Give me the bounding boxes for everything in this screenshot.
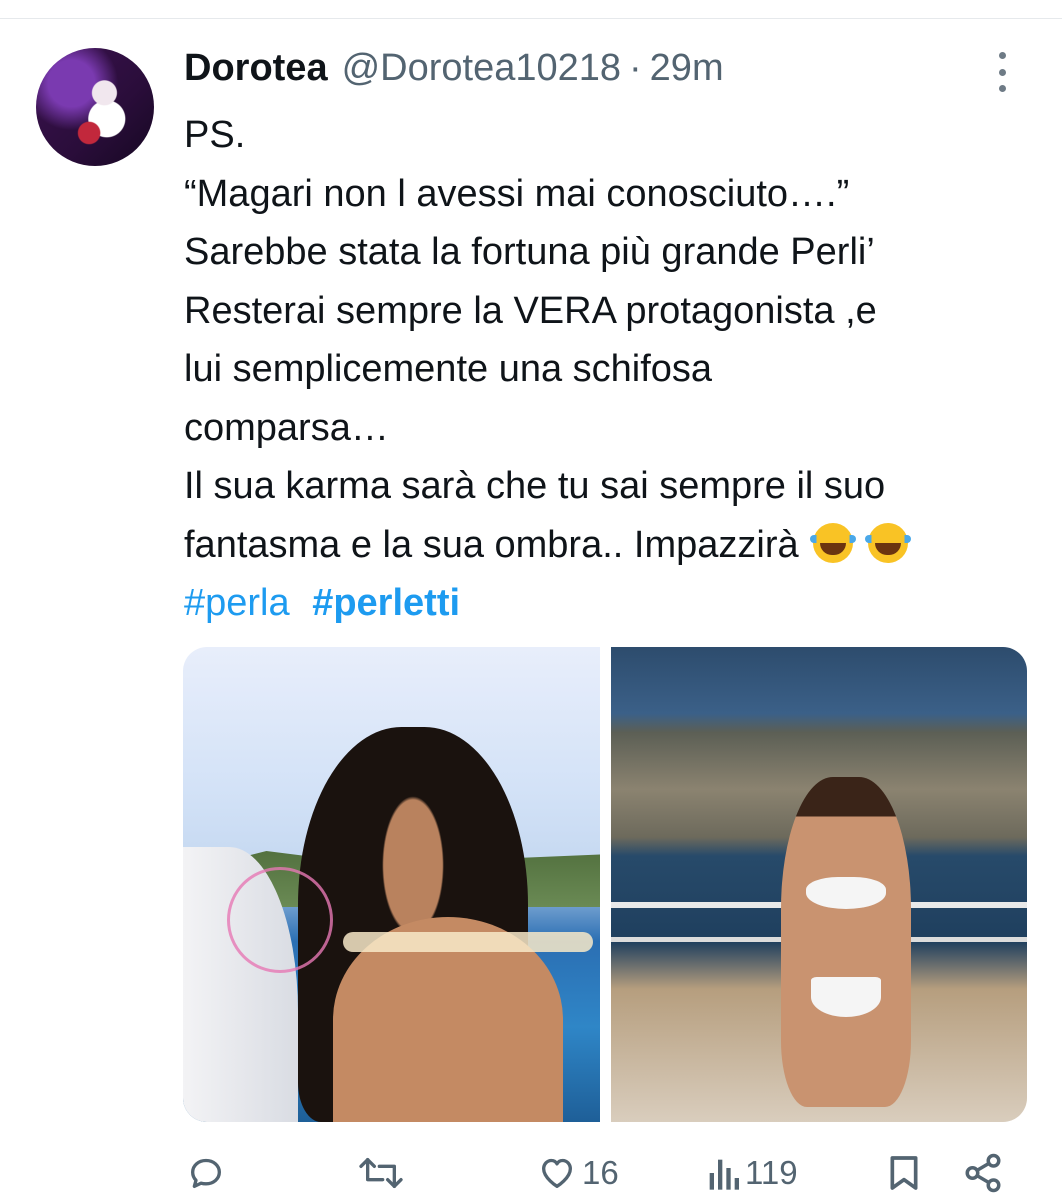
tweet-photo[interactable] [183, 647, 600, 1122]
reply-button[interactable] [186, 1146, 230, 1200]
author-handle[interactable]: @Dorotea10218 [342, 47, 621, 90]
header-separator: · [629, 46, 642, 89]
view-count: 119 [745, 1154, 798, 1191]
tweet-line: comparsa… [184, 406, 389, 449]
tweet-line: lui semplicemente una schifosa [184, 348, 713, 390]
tweet-line: Sarebbe stata la fortuna più grande Perl… [184, 231, 875, 273]
views-button[interactable]: 119 [705, 1146, 798, 1200]
like-button[interactable]: 16 [536, 1146, 619, 1200]
tweet-text: PS. “Magari non l avessi mai conosciuto…… [184, 106, 1034, 574]
like-count: 16 [582, 1154, 619, 1191]
retweet-button[interactable] [357, 1146, 409, 1200]
tweet-line: “Magari non l avessi mai conosciuto….” [184, 172, 850, 215]
author-name[interactable]: Dorotea [184, 47, 328, 90]
watermark-banner [343, 932, 593, 952]
top-divider [0, 18, 1062, 19]
analytics-icon [709, 1159, 739, 1190]
laughing-tears-emoji-icon [864, 522, 911, 563]
heart-icon [542, 1158, 572, 1188]
avatar[interactable] [36, 48, 154, 166]
hashtag-link[interactable]: #perla [184, 582, 290, 624]
hashtags: #perla #perletti [184, 578, 460, 628]
tweet-photo[interactable] [611, 647, 1027, 1122]
tweet-timestamp[interactable]: 29m [650, 47, 724, 90]
hashtag-link[interactable]: #perletti [312, 582, 460, 624]
retweet-icon [359, 1158, 403, 1188]
tweet-actions-bar: 16 119 [0, 1146, 1062, 1200]
bookmark-icon [890, 1156, 918, 1190]
reply-icon [191, 1158, 221, 1188]
tweet-line-with-emoji: fantasma e la sua ombra.. Impazzirà [184, 516, 1034, 575]
tweet-header: Dorotea @Dorotea10218 · 29m [184, 46, 724, 90]
share-button[interactable] [962, 1146, 1004, 1200]
laughing-tears-emoji-icon [810, 522, 857, 563]
tweet-line: fantasma e la sua ombra.. Impazzirà [184, 523, 799, 566]
watermark-logo [227, 867, 333, 973]
bookmark-button[interactable] [884, 1146, 924, 1200]
media-grid [183, 647, 1027, 1122]
tweet-line: Il sua karma sarà che tu sai sempre il s… [184, 465, 886, 507]
share-icon [965, 1153, 1001, 1193]
tweet-line: PS. [184, 114, 246, 156]
more-options-icon[interactable] [996, 52, 1008, 92]
tweet-line: Resterai sempre la VERA protagonista ,e [184, 289, 877, 332]
